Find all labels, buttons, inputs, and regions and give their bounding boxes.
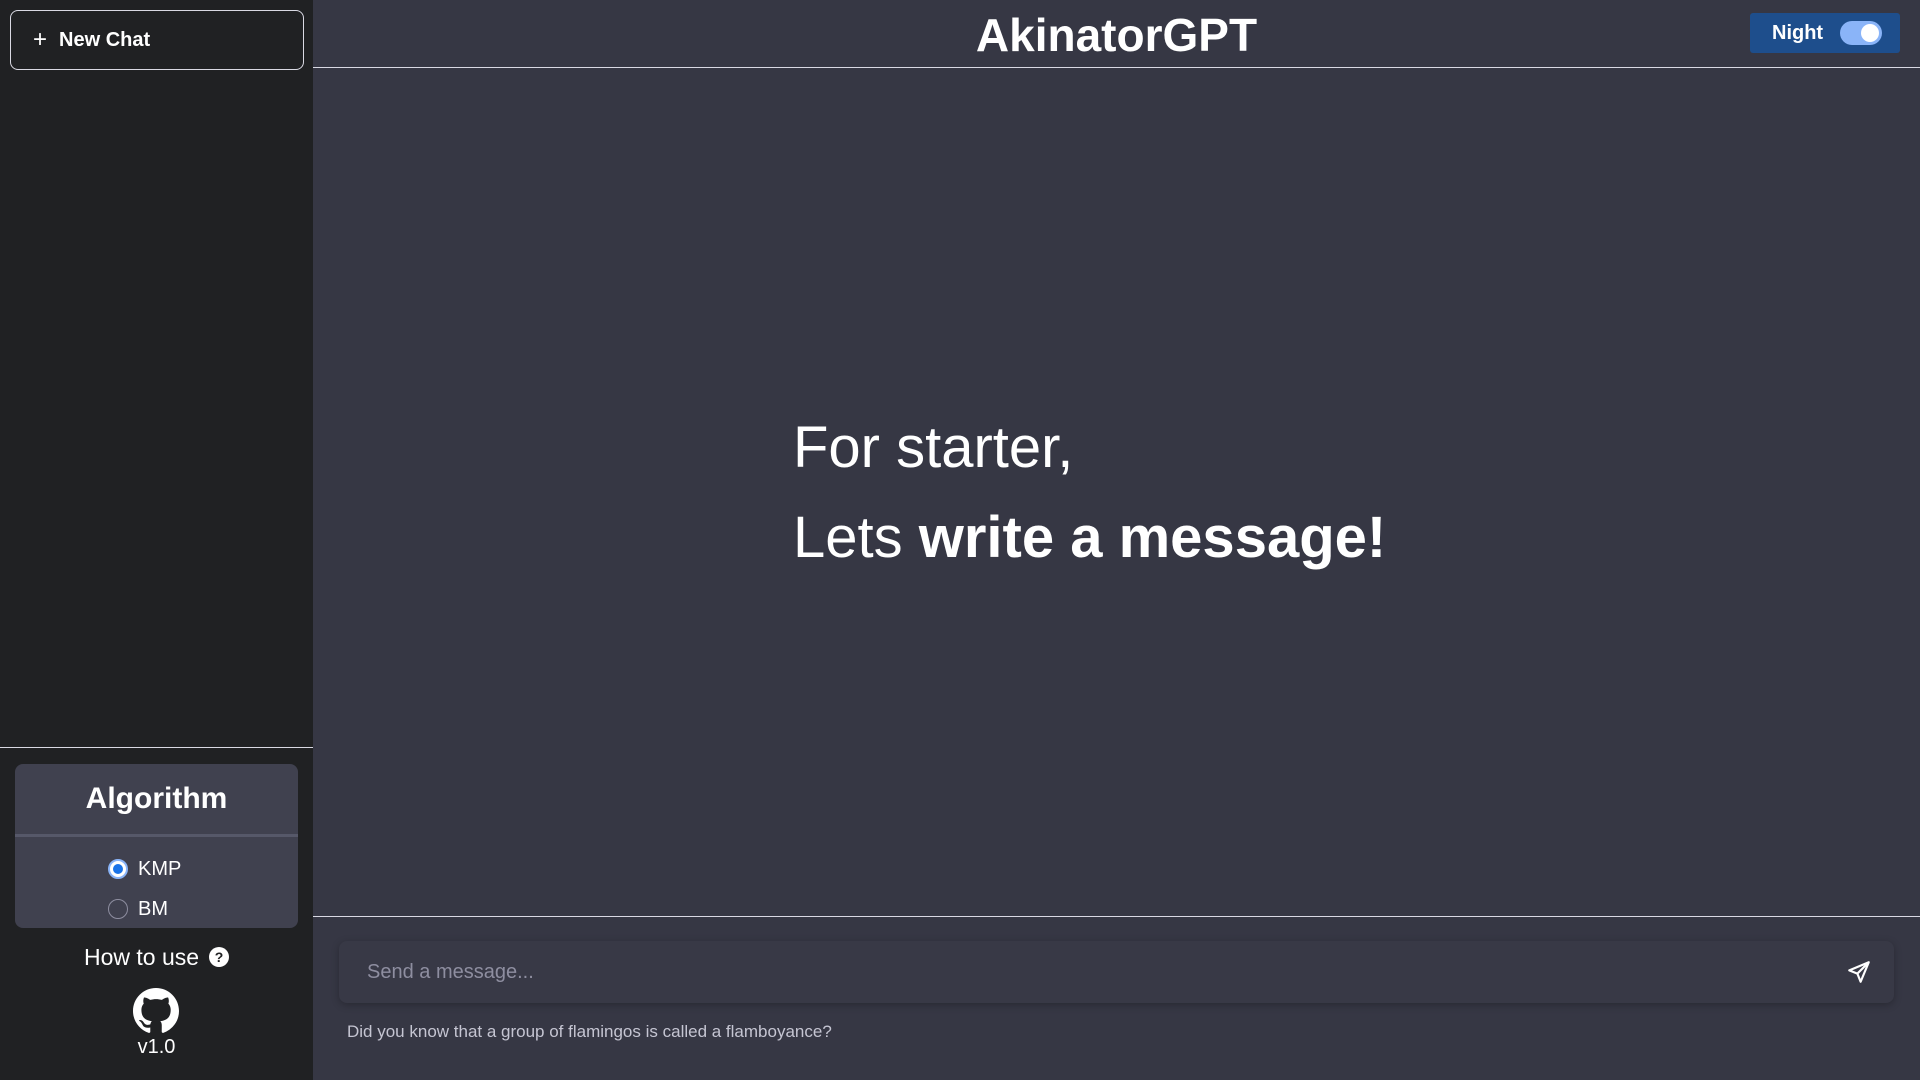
send-icon[interactable] [1846,959,1872,985]
algorithm-option-bm[interactable]: BM [15,889,298,928]
how-to-use-label: How to use [83,943,200,970]
welcome-line-2-prefix: Lets [793,505,919,570]
new-chat-label: New Chat [59,28,151,51]
welcome-line-1: For starter, [793,415,1074,480]
kmp-radio[interactable] [108,859,128,879]
sidebar: + New Chat Algorithm KMP BM How to use ? [0,0,313,1080]
version-label: v1.0 [137,1036,176,1058]
algorithm-options: KMP BM [15,837,298,928]
app-root: + New Chat Algorithm KMP BM How to use ? [0,0,1920,1080]
help-icon[interactable]: ? [209,947,230,967]
fun-fact-text: Did you know that a group of flamingos i… [347,1022,832,1041]
night-mode-label: Night [1772,21,1824,44]
algorithm-title: Algorithm [85,782,228,815]
plus-icon: + [33,26,48,53]
bm-label: BM [138,897,168,920]
github-icon[interactable] [133,988,179,1034]
message-input[interactable] [339,941,1829,1003]
night-mode-toggle[interactable]: Night [1750,13,1900,53]
how-to-use-link[interactable]: How to use ? [0,940,313,974]
header: AkinatorGPT Night [313,0,1920,68]
new-chat-button[interactable]: + New Chat [10,10,304,70]
message-composer [339,941,1894,1003]
algorithm-option-kmp[interactable]: KMP [15,849,298,889]
bm-radio[interactable] [108,899,128,919]
app-title: AkinatorGPT [975,9,1258,61]
composer-divider [313,916,1920,917]
welcome-line-2-bold: write a message! [918,505,1387,570]
welcome-message: For starter, Lets write a message! [793,408,1386,588]
kmp-label: KMP [138,857,182,880]
welcome-line-2: Lets write a message! [793,488,1386,588]
sidebar-divider [0,747,313,748]
algorithm-panel: Algorithm KMP BM [15,764,298,928]
toggle-switch[interactable] [1840,21,1883,45]
